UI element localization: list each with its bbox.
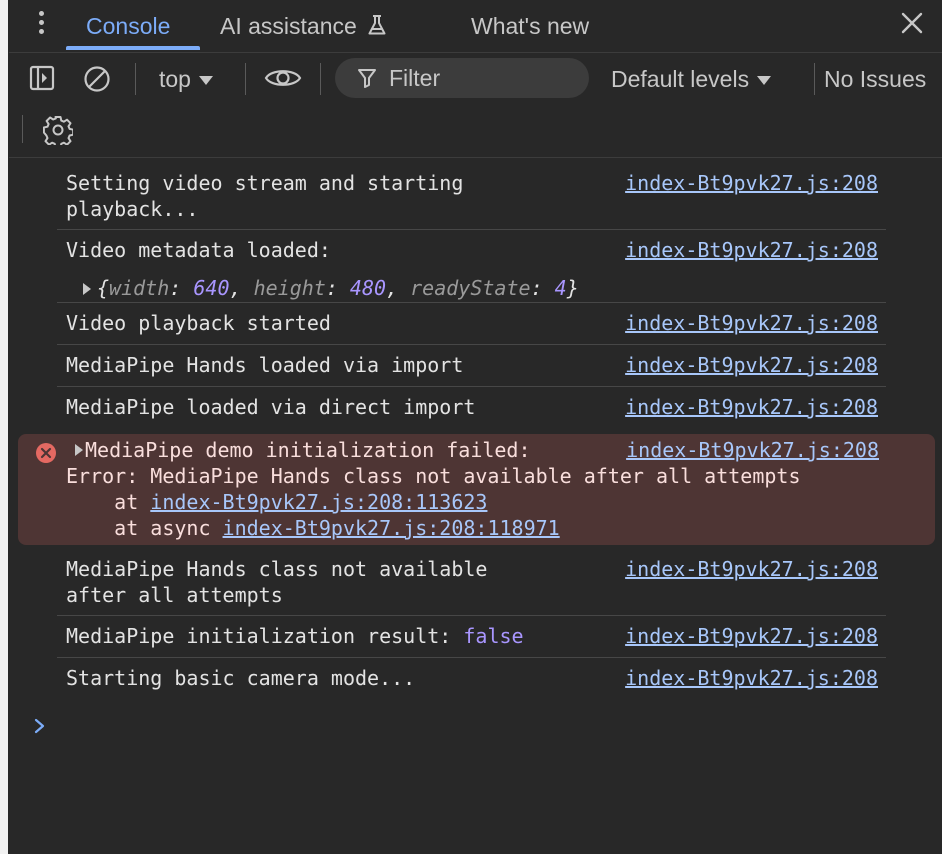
log-text: MediaPipe loaded via direct import: [66, 395, 476, 419]
chevron-down-icon: [198, 76, 213, 85]
filter-icon: [358, 69, 376, 88]
object-height: 480: [349, 276, 387, 300]
devtools-panel: Console AI assistance What's new top Fil…: [9, 0, 942, 854]
object-width: 640: [193, 276, 230, 300]
source-link[interactable]: index-Bt9pvk27.js:208: [625, 237, 878, 263]
stack-frame: at index-Bt9pvk27.js:208:113623: [66, 489, 487, 515]
expand-triangle-icon: [75, 444, 83, 456]
source-link[interactable]: index-Bt9pvk27.js:208: [625, 170, 878, 196]
prompt-chevron-icon: [34, 718, 45, 734]
stack-link[interactable]: index-Bt9pvk27.js:208:113623: [150, 490, 487, 514]
log-message: Starting basic camera mode... index-Bt9p…: [57, 665, 886, 699]
boolean-value: false: [463, 624, 524, 648]
source-link[interactable]: index-Bt9pvk27.js:208: [625, 665, 878, 691]
error-text: Error: MediaPipe Hands class not availab…: [66, 464, 801, 488]
source-link[interactable]: index-Bt9pvk27.js:208: [626, 437, 879, 463]
source-link[interactable]: index-Bt9pvk27.js:208: [625, 623, 878, 649]
stack-prefix: at: [66, 490, 151, 514]
filter-input[interactable]: [389, 62, 579, 94]
close-icon[interactable]: [900, 11, 924, 35]
error-summary: MediaPipe demo initialization failed:: [85, 438, 531, 462]
filter-box: [335, 58, 589, 98]
error-message: MediaPipe demo initialization failed: in…: [18, 434, 935, 545]
stack-frame: at async index-Bt9pvk27.js:208:118971: [66, 515, 560, 541]
eye-icon[interactable]: [264, 65, 302, 91]
console-toolbar: top Default levels No Issues: [9, 53, 942, 158]
log-text: Video metadata loaded:: [66, 238, 331, 262]
log-text: Video playback started: [66, 311, 331, 335]
toolbar-separator: [22, 115, 23, 143]
log-message: MediaPipe initialization result: false i…: [57, 623, 886, 658]
sidebar-toggle-icon[interactable]: [29, 65, 55, 91]
log-message: Video metadata loaded: index-Bt9pvk27.js…: [57, 237, 886, 303]
toolbar-separator: [245, 63, 246, 95]
more-tabs-menu-icon[interactable]: [35, 11, 47, 37]
object-preview[interactable]: {width: 640, height: 480, readyState: 4}: [83, 275, 579, 301]
toolbar-separator: [320, 63, 321, 95]
context-selector-label: top: [159, 66, 191, 92]
log-levels-label: Default levels: [611, 66, 750, 92]
stack-link[interactable]: index-Bt9pvk27.js:208:118971: [223, 516, 560, 540]
log-message: MediaPipe loaded via direct import index…: [57, 394, 886, 428]
flask-icon: [368, 15, 386, 35]
log-text: Setting video stream and starting playba…: [66, 171, 464, 221]
console-messages: Setting video stream and starting playba…: [9, 158, 942, 854]
object-readystate: 4: [554, 276, 567, 300]
log-text: Starting basic camera mode...: [66, 666, 416, 690]
tab-ai-assistance-label: AI assistance: [220, 13, 357, 39]
log-levels-dropdown[interactable]: Default levels: [611, 66, 772, 93]
source-link[interactable]: index-Bt9pvk27.js:208: [625, 310, 878, 336]
console-prompt: [33, 712, 923, 742]
log-message: Setting video stream and starting playba…: [57, 170, 886, 230]
log-text-body: MediaPipe initialization result:: [66, 624, 464, 648]
issues-counter[interactable]: No Issues: [824, 66, 926, 93]
gear-icon[interactable]: [43, 115, 73, 145]
toolbar-separator: [135, 63, 136, 95]
stack-prefix: at async: [66, 516, 223, 540]
error-summary-toggle[interactable]: MediaPipe demo initialization failed:: [75, 437, 531, 463]
active-tab-indicator: [66, 46, 200, 50]
console-input[interactable]: [57, 712, 921, 742]
tab-ai-assistance[interactable]: AI assistance: [220, 13, 387, 40]
chevron-down-icon: [757, 76, 772, 85]
log-text: MediaPipe initialization result: false: [66, 623, 524, 649]
tab-bar: Console AI assistance What's new: [9, 0, 942, 53]
log-message: MediaPipe Hands loaded via import index-…: [57, 352, 886, 387]
context-selector[interactable]: top: [159, 66, 213, 93]
log-text: MediaPipe Hands loaded via import: [66, 353, 464, 377]
log-message: MediaPipe Hands class not available afte…: [57, 556, 886, 616]
expand-triangle-icon: [83, 283, 91, 295]
source-link[interactable]: index-Bt9pvk27.js:208: [625, 394, 878, 420]
tab-console[interactable]: Console: [86, 13, 170, 40]
source-link[interactable]: index-Bt9pvk27.js:208: [625, 556, 878, 582]
window-edge: [0, 0, 8, 854]
toolbar-separator: [814, 63, 815, 95]
source-link[interactable]: index-Bt9pvk27.js:208: [625, 352, 878, 378]
log-text: MediaPipe Hands class not available afte…: [66, 557, 488, 607]
error-icon: [36, 443, 56, 463]
clear-console-icon[interactable]: [83, 65, 111, 93]
log-message: Video playback started index-Bt9pvk27.js…: [57, 310, 886, 345]
tab-whats-new[interactable]: What's new: [471, 13, 589, 40]
